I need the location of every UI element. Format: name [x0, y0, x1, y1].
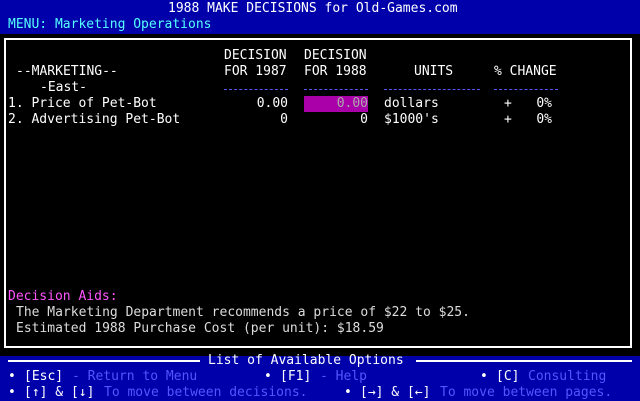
- options-separator-right: [416, 360, 632, 362]
- bullet-icon: •: [264, 369, 272, 384]
- bullet-icon: •: [344, 385, 352, 400]
- bullet-icon: •: [8, 369, 16, 384]
- help-description: - Help: [320, 369, 367, 384]
- c-key: [C]: [496, 369, 520, 384]
- esc-description: - Return to Menu: [72, 369, 198, 384]
- change-sign: +: [504, 112, 512, 127]
- row-label: 2. Advertising Pet-Bot: [8, 112, 181, 127]
- region-label: -East-: [40, 80, 87, 95]
- left-right-keys: [→] & [←]: [360, 385, 431, 400]
- left-right-description: To move between pages.: [440, 385, 613, 400]
- menu-title: MENU: Marketing Operations: [8, 17, 212, 32]
- bullet-icon: •: [480, 369, 488, 384]
- decision-aid-line: The Marketing Department recommends a pr…: [16, 305, 470, 320]
- f1-key: [F1]: [280, 369, 312, 384]
- change-sign: +: [504, 96, 512, 111]
- section-title: --MARKETING--: [16, 64, 118, 79]
- value-1987: 0: [280, 112, 288, 127]
- header-decision-1987: DECISION: [224, 48, 287, 63]
- underline-units: [384, 89, 480, 90]
- header-units: UNITS: [414, 64, 454, 79]
- underline-1987: [224, 89, 288, 90]
- decision-aid-line: Estimated 1988 Purchase Cost (per unit):…: [16, 321, 384, 336]
- esc-key: [Esc]: [24, 369, 64, 384]
- header-for-1987: FOR 1987: [224, 64, 287, 79]
- underline-1988: [304, 89, 368, 90]
- options-separator-left: [8, 360, 200, 362]
- underline-pct: [494, 89, 558, 90]
- header-for-1988: FOR 1988: [304, 64, 367, 79]
- header-decision-1988: DECISION: [304, 48, 367, 63]
- units-label: $1000's: [384, 112, 439, 127]
- units-label: dollars: [384, 96, 439, 111]
- row-label: 1. Price of Pet-Bot: [8, 96, 157, 111]
- header-pct-change: % CHANGE: [494, 64, 557, 79]
- decision-input-1988[interactable]: 0: [304, 112, 368, 128]
- change-percent: 0%: [536, 96, 552, 111]
- bullet-icon: •: [8, 385, 16, 400]
- window-title: 1988 MAKE DECISIONS for Old-Games.com: [168, 1, 458, 16]
- up-down-keys: [↑] & [↓]: [24, 385, 95, 400]
- options-title: List of Available Options: [208, 353, 404, 368]
- change-percent: 0%: [536, 112, 552, 127]
- decision-aids-title: Decision Aids:: [8, 289, 118, 304]
- value-1987: 0.00: [256, 96, 288, 111]
- up-down-description: To move between decisions.: [104, 385, 308, 400]
- consulting-description: Consulting: [528, 369, 607, 384]
- decision-input-1988[interactable]: 0.00: [304, 96, 368, 112]
